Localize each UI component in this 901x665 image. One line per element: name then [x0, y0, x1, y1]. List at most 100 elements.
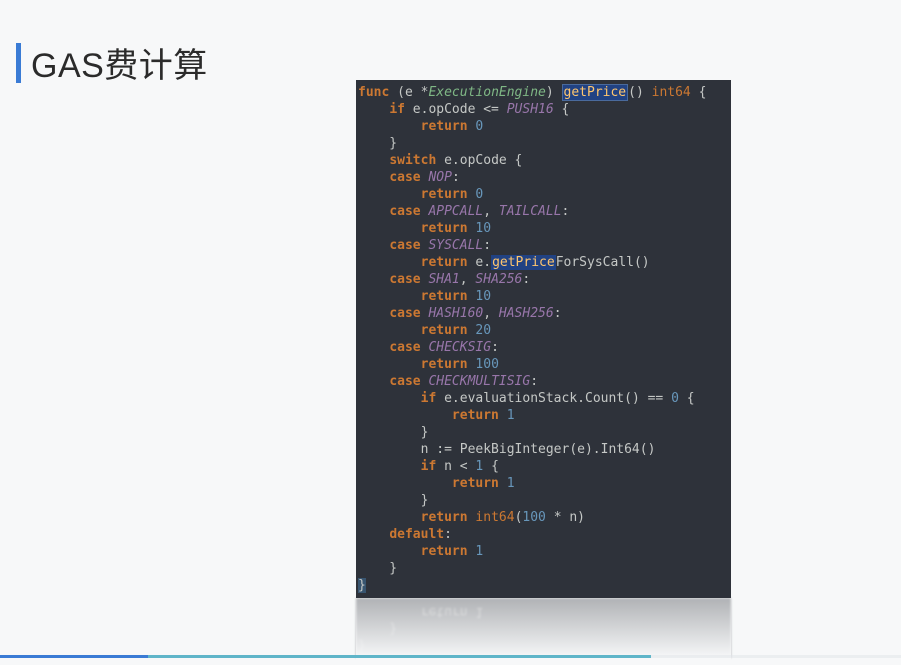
kw-if: if: [389, 102, 405, 117]
t: :: [530, 374, 538, 389]
t: }: [358, 136, 397, 151]
ret-type: int64: [652, 85, 691, 100]
kw-return: return: [421, 323, 468, 338]
t: :: [491, 340, 499, 355]
t: e.: [468, 255, 491, 270]
t: [358, 153, 389, 168]
num-0: 0: [475, 187, 483, 202]
t: :: [452, 170, 460, 185]
t: {: [691, 85, 707, 100]
t: }: [358, 578, 366, 593]
kw-case: case: [389, 340, 420, 355]
t: [499, 476, 507, 491]
t: (): [628, 85, 651, 100]
num-10: 10: [475, 221, 491, 236]
kw-return: return: [421, 357, 468, 372]
kw-case: case: [389, 170, 420, 185]
t: [358, 102, 389, 117]
kw-case: case: [389, 306, 420, 321]
kw-if: if: [421, 459, 437, 474]
kw-return: return: [421, 544, 468, 559]
kw-case: case: [389, 204, 420, 219]
t: [358, 289, 421, 304]
t: e.evaluationStack.Count() ==: [436, 391, 671, 406]
const-tailcall: TAILCALL: [499, 204, 562, 219]
kw-return: return: [421, 510, 468, 525]
const-checkmultisig: CHECKMULTISIG: [428, 374, 530, 389]
const-push16: PUSH16: [507, 102, 554, 117]
t: [358, 221, 421, 236]
num-100: 100: [475, 357, 498, 372]
t: [358, 255, 421, 270]
kw-return: return: [421, 289, 468, 304]
kw-return: return: [452, 408, 499, 423]
t: ,: [483, 204, 499, 219]
type-int64: int64: [475, 510, 514, 525]
num-1: 1: [507, 408, 515, 423]
num-0: 0: [671, 391, 679, 406]
t: }: [358, 561, 397, 576]
t: [358, 510, 421, 525]
const-sha256: SHA256: [475, 272, 522, 287]
t: [358, 306, 389, 321]
t: }: [358, 621, 397, 636]
t: }: [358, 493, 428, 508]
num-10: 10: [475, 289, 491, 304]
t: [358, 374, 389, 389]
progress-seg-2: [148, 655, 651, 658]
t: [358, 391, 421, 406]
t: ForSysCall(): [556, 255, 650, 270]
t: :: [444, 527, 452, 542]
kw-return: return: [421, 221, 468, 236]
t: }: [358, 638, 366, 653]
const-appcall: APPCALL: [428, 204, 483, 219]
t: {: [483, 459, 499, 474]
t: [358, 119, 421, 134]
t: [358, 544, 421, 559]
t: [358, 527, 389, 542]
t: [499, 408, 507, 423]
t: e.opCode {: [436, 153, 522, 168]
t: ): [546, 85, 562, 100]
title-accent-bar: [16, 43, 21, 83]
t: [358, 323, 421, 338]
t: * n): [546, 510, 585, 525]
num-1: 1: [507, 476, 515, 491]
num-20: 20: [475, 323, 491, 338]
t: [358, 238, 389, 253]
kw-switch: switch: [389, 153, 436, 168]
t: [358, 459, 421, 474]
t: :: [562, 204, 570, 219]
t: :: [522, 272, 530, 287]
slide-title-row: GAS费计算: [16, 38, 208, 87]
t: [358, 187, 421, 202]
kw-case: case: [389, 238, 420, 253]
t: }: [358, 425, 428, 440]
const-hash160: HASH160: [428, 306, 483, 321]
fn-getPrice-inline: getPrice: [491, 255, 556, 270]
t: ,: [460, 272, 476, 287]
t: :: [554, 306, 562, 321]
kw-case: case: [389, 272, 420, 287]
code-reflection: } } return 1: [356, 598, 731, 658]
t: [358, 204, 389, 219]
t: [358, 408, 452, 423]
t: e.opCode <=: [405, 102, 507, 117]
const-hash256: HASH256: [499, 306, 554, 321]
code-block: func (e *ExecutionEngine) getPrice() int…: [356, 80, 731, 598]
kw-default: default: [389, 527, 444, 542]
num-100: 100: [522, 510, 545, 525]
kw-return: return: [421, 119, 468, 134]
progress-seg-3: [651, 655, 901, 658]
t: [358, 272, 389, 287]
t: ,: [483, 306, 499, 321]
kw-return: return: [452, 476, 499, 491]
t: n := PeekBigInteger(e).Int64(): [358, 442, 655, 457]
t: n <: [436, 459, 475, 474]
const-sha1: SHA1: [428, 272, 459, 287]
const-checksig: CHECKSIG: [428, 340, 491, 355]
t: return 1: [358, 604, 483, 619]
t: (e *: [389, 85, 428, 100]
fn-getPrice: getPrice: [562, 84, 629, 101]
num-0: 0: [475, 119, 483, 134]
